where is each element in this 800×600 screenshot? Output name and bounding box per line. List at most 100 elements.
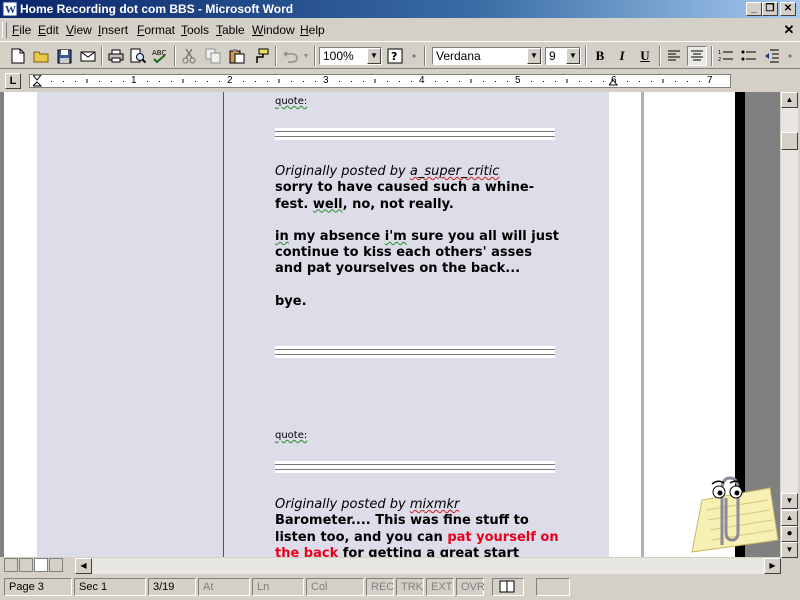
quoted-post[interactable]: Originally posted by mixmkr Barometer...… [275, 497, 560, 557]
underline-button[interactable]: U [635, 46, 655, 66]
document-page[interactable] [4, 92, 735, 557]
ruler-label: 7 [707, 75, 713, 86]
menu-view[interactable]: View [66, 23, 92, 37]
status-trk[interactable]: TRK [396, 578, 424, 596]
svg-text:W: W [5, 4, 16, 16]
horizontal-ruler[interactable]: 1 2 3 4 5 6 7 [29, 74, 731, 88]
decrease-indent-button[interactable] [762, 46, 782, 66]
open-folder-icon [33, 51, 49, 63]
zoom-value: 100% [323, 49, 354, 63]
align-center-icon [691, 50, 703, 61]
scroll-up-button[interactable]: ▲ [781, 92, 798, 108]
open-button[interactable] [31, 46, 51, 66]
menu-format[interactable]: Format [137, 23, 175, 37]
menu-insert[interactable]: Insert [98, 23, 128, 37]
menu-table[interactable]: Table [216, 23, 245, 37]
help-button[interactable]: ? [385, 46, 405, 66]
send-mail-button[interactable] [78, 46, 98, 66]
toolbar-options[interactable]: » [408, 46, 420, 66]
ruler-label: 3 [323, 75, 329, 86]
scroll-left-button[interactable]: ◀ [75, 558, 92, 574]
copy-button[interactable] [203, 46, 223, 66]
italic-button[interactable]: I [612, 46, 632, 66]
vertical-scrollbar[interactable]: ▲ ▼ ▲ ● ▼ [781, 92, 798, 558]
print-button[interactable] [106, 46, 126, 66]
restore-icon: ❐ [765, 3, 775, 14]
chevron-down-icon[interactable]: ▼ [527, 48, 541, 64]
menu-tools[interactable]: Tools [181, 23, 209, 37]
chevron-down-icon[interactable]: ▼ [367, 48, 381, 64]
font-size-value: 9 [549, 49, 556, 63]
minimize-button[interactable]: _ [746, 2, 762, 16]
decrease-indent-icon [765, 49, 779, 63]
next-page-button[interactable]: ▼ [781, 542, 798, 558]
save-button[interactable] [54, 46, 74, 66]
title-bar[interactable]: W Home Recording dot com BBS - Microsoft… [0, 0, 800, 18]
toolbar-options-2[interactable]: » [784, 46, 796, 66]
cut-button[interactable] [179, 46, 199, 66]
spelling-button[interactable]: ABC [150, 46, 170, 66]
quoted-post[interactable]: Originally posted by a_super_critic sorr… [275, 164, 560, 310]
bold-button[interactable]: B [590, 46, 610, 66]
print-layout-view-button[interactable] [34, 558, 48, 572]
paste-clipboard-icon [229, 49, 245, 64]
browse-object-icon: ● [786, 528, 793, 539]
document-area[interactable]: quote: Originally posted by a_super_crit… [0, 92, 780, 557]
status-bar: Page 3 Sec 1 3/19 At Ln Col REC TRK EXT … [0, 576, 800, 600]
format-painter-button[interactable] [251, 46, 271, 66]
spelling-status[interactable] [492, 578, 524, 596]
post-paragraph: bye. [275, 293, 307, 309]
indent-marker[interactable] [33, 75, 43, 89]
scroll-thumb[interactable] [781, 132, 798, 150]
numbering-button[interactable]: 12 [716, 46, 736, 66]
align-left-icon [668, 50, 680, 61]
scroll-down-button[interactable]: ▼ [781, 493, 798, 509]
menu-edit[interactable]: Edit [38, 23, 59, 37]
help-question-icon: ? [387, 48, 403, 64]
outline-view-button[interactable] [49, 558, 63, 572]
bullets-button[interactable] [739, 46, 759, 66]
close-button[interactable]: ✕ [780, 2, 796, 16]
menu-file[interactable]: File [12, 23, 31, 37]
quote-label: quote: [275, 96, 308, 107]
font-select[interactable]: Verdana ▼ [432, 47, 542, 65]
status-ovr[interactable]: OVR [456, 578, 485, 596]
zoom-select[interactable]: 100% ▼ [319, 47, 382, 65]
horizontal-scrollbar[interactable]: ◀ ▶ [75, 558, 781, 574]
undo-button[interactable] [280, 46, 300, 66]
scroll-right-button[interactable]: ▶ [764, 558, 781, 574]
post-attribution: Originally posted by mixmkr [275, 497, 460, 512]
cut-scissors-icon [182, 48, 196, 64]
office-assistant[interactable] [680, 470, 780, 555]
printer-icon [108, 49, 124, 63]
new-document-button[interactable] [8, 46, 28, 66]
menu-window[interactable]: Window [252, 23, 295, 37]
normal-view-button[interactable] [4, 558, 18, 572]
status-ext[interactable]: EXT [426, 578, 454, 596]
chevron-down-icon: ▼ [302, 52, 310, 60]
web-layout-view-button[interactable] [19, 558, 33, 572]
tab-selector[interactable]: L [5, 73, 21, 89]
ruler-label: 4 [419, 75, 425, 86]
chevron-down-icon[interactable]: ▼ [566, 48, 580, 64]
document-close-icon[interactable]: ✕ [782, 23, 796, 37]
print-preview-button[interactable] [128, 46, 148, 66]
chevron-left-icon: ◀ [80, 561, 87, 570]
menu-grip[interactable] [2, 22, 7, 38]
restore-button[interactable]: ❐ [762, 2, 778, 16]
status-rec[interactable]: REC [366, 578, 394, 596]
quote-rule [275, 128, 555, 140]
menu-help[interactable]: Help [300, 23, 325, 37]
undo-dropdown[interactable]: ▼ [300, 46, 312, 66]
undo-arrow-icon [283, 51, 298, 63]
align-left-button[interactable] [664, 46, 684, 66]
more-options-icon: » [788, 52, 792, 60]
right-indent-marker[interactable] [609, 79, 619, 89]
select-browse-object-button[interactable]: ● [781, 526, 798, 542]
align-center-button[interactable] [687, 46, 707, 66]
status-page-count: 3/19 [148, 578, 196, 596]
font-size-select[interactable]: 9 ▼ [545, 47, 581, 65]
ruler-label: 1 [131, 75, 137, 86]
previous-page-button[interactable]: ▲ [781, 510, 798, 526]
paste-button[interactable] [227, 46, 247, 66]
